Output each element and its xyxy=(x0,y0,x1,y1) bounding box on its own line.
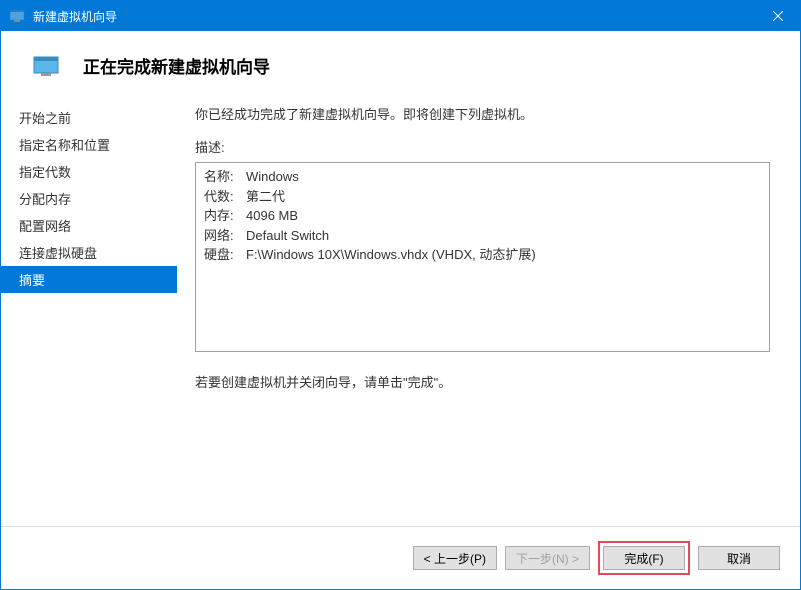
content-area: 开始之前 指定名称和位置 指定代数 分配内存 配置网络 连接虚拟硬盘 摘要 你已… xyxy=(1,96,800,526)
detail-value-network: Default Switch xyxy=(246,226,761,246)
detail-label-network: 网络: xyxy=(204,226,246,246)
detail-label-memory: 内存: xyxy=(204,206,246,226)
app-icon xyxy=(9,8,25,24)
detail-row-name: 名称: Windows xyxy=(204,167,761,187)
sidebar-item-harddisk[interactable]: 连接虚拟硬盘 xyxy=(1,239,177,266)
finish-button-highlight: 完成(F) xyxy=(598,541,690,575)
instruction-text: 若要创建虚拟机并关闭向导，请单击"完成"。 xyxy=(195,372,770,391)
detail-value-generation: 第二代 xyxy=(246,187,761,207)
detail-row-harddisk: 硬盘: F:\Windows 10X\Windows.vhdx (VHDX, 动… xyxy=(204,245,761,265)
window-title: 新建虚拟机向导 xyxy=(33,8,117,25)
titlebar: 新建虚拟机向导 xyxy=(1,1,800,31)
button-bar: < 上一步(P) 下一步(N) > 完成(F) 取消 xyxy=(1,526,800,589)
description-label: 描述: xyxy=(195,137,770,156)
detail-value-name: Windows xyxy=(246,167,761,187)
detail-label-generation: 代数: xyxy=(204,187,246,207)
close-button[interactable] xyxy=(755,1,800,31)
next-button: 下一步(N) > xyxy=(505,546,590,570)
cancel-button[interactable]: 取消 xyxy=(698,546,780,570)
sidebar-item-generation[interactable]: 指定代数 xyxy=(1,158,177,185)
vm-details-box: 名称: Windows 代数: 第二代 内存: 4096 MB 网络: Defa… xyxy=(195,162,770,352)
detail-row-memory: 内存: 4096 MB xyxy=(204,206,761,226)
finish-button[interactable]: 完成(F) xyxy=(603,546,685,570)
detail-value-harddisk: F:\Windows 10X\Windows.vhdx (VHDX, 动态扩展) xyxy=(246,245,761,265)
wizard-steps-sidebar: 开始之前 指定名称和位置 指定代数 分配内存 配置网络 连接虚拟硬盘 摘要 xyxy=(1,96,177,526)
previous-button[interactable]: < 上一步(P) xyxy=(413,546,497,570)
sidebar-item-network[interactable]: 配置网络 xyxy=(1,212,177,239)
detail-row-network: 网络: Default Switch xyxy=(204,226,761,246)
page-title: 正在完成新建虚拟机向导 xyxy=(83,53,270,78)
summary-intro-text: 你已经成功完成了新建虚拟机向导。即将创建下列虚拟机。 xyxy=(195,104,770,123)
titlebar-left: 新建虚拟机向导 xyxy=(9,8,117,25)
sidebar-item-summary[interactable]: 摘要 xyxy=(1,266,177,293)
header-section: 正在完成新建虚拟机向导 xyxy=(1,31,800,96)
sidebar-item-name-location[interactable]: 指定名称和位置 xyxy=(1,131,177,158)
sidebar-item-memory[interactable]: 分配内存 xyxy=(1,185,177,212)
main-panel: 你已经成功完成了新建虚拟机向导。即将创建下列虚拟机。 描述: 名称: Windo… xyxy=(177,96,800,526)
wizard-window: 新建虚拟机向导 正在完成新建虚拟机向导 开始之前 指定名称和位置 指定代数 分配… xyxy=(0,0,801,590)
detail-row-generation: 代数: 第二代 xyxy=(204,187,761,207)
detail-label-name: 名称: xyxy=(204,167,246,187)
detail-value-memory: 4096 MB xyxy=(246,206,761,226)
detail-label-harddisk: 硬盘: xyxy=(204,245,246,265)
sidebar-item-before-begin[interactable]: 开始之前 xyxy=(1,104,177,131)
wizard-header-icon xyxy=(31,54,63,78)
